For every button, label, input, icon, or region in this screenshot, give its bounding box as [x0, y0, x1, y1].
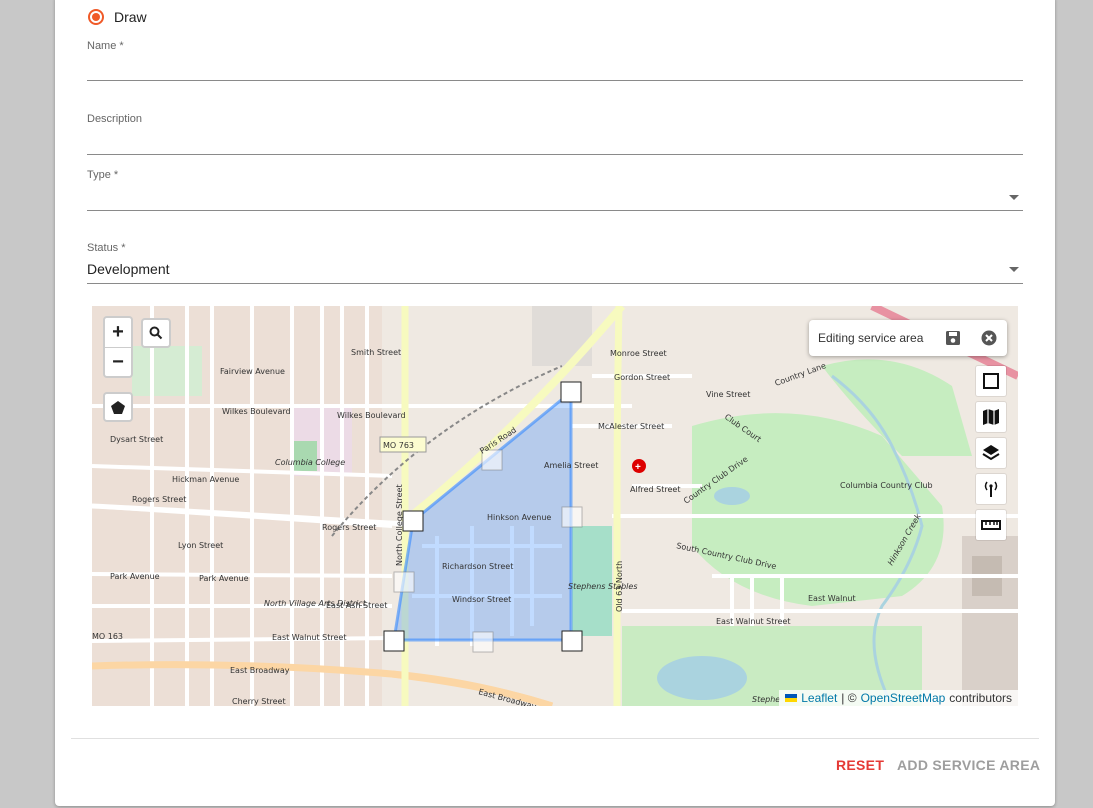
label-mo163: MO 163	[92, 632, 123, 641]
svg-text:+: +	[635, 462, 641, 473]
label-vine: Vine Street	[706, 390, 750, 399]
save-icon	[946, 331, 960, 345]
layers-icon	[982, 445, 1000, 461]
label-rogers-street: Rogers Street	[322, 523, 376, 532]
square-icon	[983, 373, 999, 389]
type-label: Type *	[87, 169, 119, 181]
osm-link[interactable]: OpenStreetMap	[861, 691, 946, 705]
search-icon	[149, 326, 163, 340]
label-gordon: Gordon Street	[614, 373, 670, 382]
zoom-control: + −	[103, 316, 133, 378]
add-service-area-button[interactable]: ADD SERVICE AREA	[897, 757, 1040, 773]
label-windsor: Windsor Street	[452, 595, 511, 604]
label-richardson: Richardson Street	[442, 562, 513, 571]
label-monroe: Monroe Street	[610, 349, 667, 358]
status-select[interactable]: Status * Development	[87, 242, 1023, 284]
chevron-down-icon[interactable]	[1009, 195, 1019, 200]
map-tiles[interactable]: + MO 763 MO 163 Paris Road North College…	[92, 306, 1018, 706]
label-old63: Old 63 North	[615, 561, 624, 612]
name-field[interactable]: Name *	[87, 40, 1023, 82]
editing-label: Editing service area	[818, 331, 924, 345]
draw-label: Draw	[114, 9, 147, 25]
chevron-down-icon[interactable]	[1009, 267, 1019, 272]
label-columbia-college: Columbia College	[275, 458, 345, 467]
label-east-walnut: East Walnut Street	[716, 617, 790, 626]
label-north-village: North Village Arts District	[264, 599, 367, 608]
label-college-street: North College Street	[395, 484, 404, 566]
save-button[interactable]	[945, 330, 961, 346]
label-alfred: Alfred Street	[630, 485, 680, 494]
label-dysart: Dysart Street	[110, 435, 163, 444]
label-lyon: Lyon Street	[178, 541, 223, 550]
actions-divider	[71, 738, 1039, 739]
radio-button[interactable]	[88, 9, 104, 25]
name-label: Name *	[87, 40, 124, 52]
label-east-broadway: East Broadway	[230, 666, 290, 675]
draw-radio[interactable]: Draw	[88, 6, 147, 28]
label-amelia: Amelia Street	[544, 461, 598, 470]
map-attribution: Leaflet | © OpenStreetMap contributors	[779, 690, 1018, 706]
type-select[interactable]: Type *	[87, 169, 1023, 211]
ukraine-flag-icon	[785, 694, 798, 702]
draw-rectangle-button[interactable]	[976, 366, 1006, 396]
label-wilkes-blvd-east: Wilkes Boulevard	[337, 411, 406, 420]
label-fairview: Fairview Avenue	[220, 367, 285, 376]
search-button[interactable]	[141, 318, 171, 348]
layers-button[interactable]	[976, 438, 1006, 468]
label-stephens-stables: Stephens Stables	[568, 582, 638, 591]
label-stephens: Stephe	[752, 695, 780, 704]
ruler-icon	[981, 520, 1001, 530]
label-east-walnut-west: East Walnut Street	[272, 633, 346, 642]
label-cherry: Cherry Street	[232, 697, 286, 706]
polygon-icon	[111, 401, 125, 414]
basemap-button[interactable]	[976, 402, 1006, 432]
draw-polygon-button[interactable]	[103, 392, 133, 422]
label-east-walnut-2: East Walnut	[808, 594, 856, 603]
close-icon	[981, 330, 997, 346]
label-hickman: Hickman Avenue	[172, 475, 239, 484]
map-toolbar	[976, 366, 1006, 546]
map-view[interactable]: + MO 763 MO 163 Paris Road North College…	[92, 306, 1018, 706]
antenna-icon	[984, 481, 998, 497]
zoom-in-button[interactable]: +	[105, 318, 131, 347]
status-value: Development	[87, 261, 170, 277]
label-wilkes-blvd: Wilkes Boulevard	[222, 407, 291, 416]
zoom-out-button[interactable]: −	[105, 347, 131, 377]
label-park-avenue: Park Avenue	[110, 572, 160, 581]
editing-panel: Editing service area	[809, 320, 1007, 356]
measure-button[interactable]	[976, 510, 1006, 540]
label-smith: Smith Street	[351, 348, 401, 357]
leaflet-link[interactable]: Leaflet	[801, 691, 837, 705]
label-rogers-street-west: Rogers Street	[132, 495, 186, 504]
label-mo763: MO 763	[383, 441, 414, 450]
label-hinkson-ave: Hinkson Avenue	[487, 513, 551, 522]
tower-button[interactable]	[976, 474, 1006, 504]
attribution-contributors: contributors	[949, 691, 1012, 705]
description-field[interactable]: Description	[87, 113, 1023, 155]
map-icon	[983, 409, 999, 425]
attribution-sep: | ©	[841, 691, 857, 705]
label-columbia-cc: Columbia Country Club	[840, 481, 933, 490]
label-park-avenue-2: Park Avenue	[199, 574, 249, 583]
label-mcalester: McAlester Street	[598, 422, 664, 431]
description-label: Description	[87, 113, 143, 125]
status-label: Status *	[87, 242, 126, 254]
reset-button[interactable]: RESET	[836, 757, 884, 773]
cancel-button[interactable]	[981, 330, 997, 346]
